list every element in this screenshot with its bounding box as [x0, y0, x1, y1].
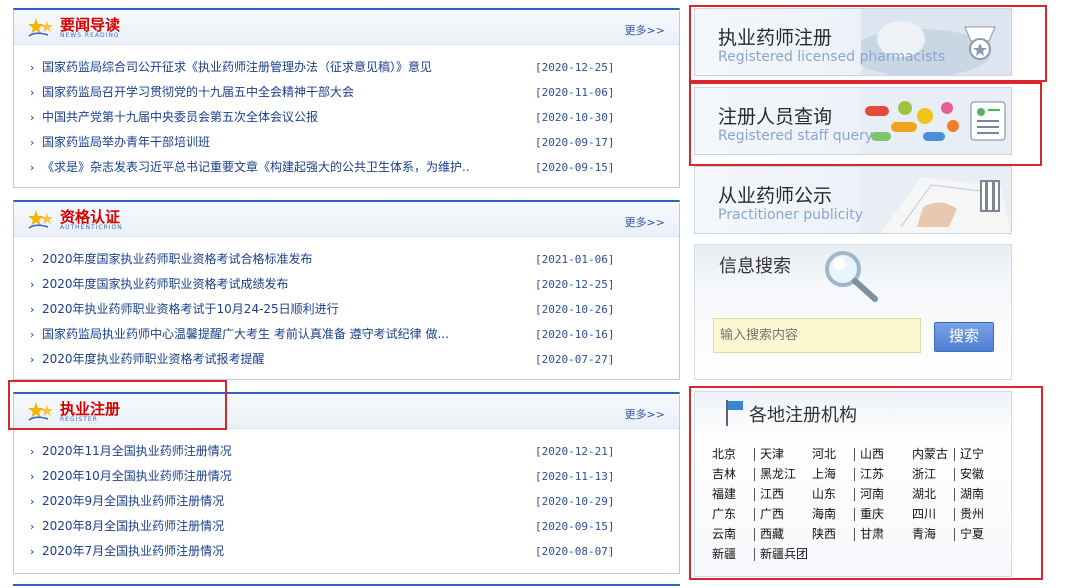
- chevron-right-icon: ›: [30, 253, 35, 266]
- list-item[interactable]: › 国家药监局执业药师中心温馨提醒广大考生 考前认真准备 遵守考试纪律 做... […: [14, 322, 679, 347]
- highlight-box: [689, 5, 1047, 82]
- banner-title: 从业药师公示: [718, 185, 833, 207]
- item-date: [2020-12-25]: [535, 61, 615, 74]
- list-item[interactable]: › 2020年度国家执业药师职业资格考试合格标准发布 [2021-01-06]: [14, 247, 679, 272]
- list-item[interactable]: › 2020年11月全国执业药师注册情况 [2020-12-21]: [14, 439, 679, 464]
- item-title[interactable]: 2020年度国家执业药师职业资格考试合格标准发布: [42, 252, 313, 266]
- item-title[interactable]: 2020年9月全国执业药师注册情况: [42, 494, 224, 508]
- list-item[interactable]: › 《求是》杂志发表习近平总书记重要文章《构建起强大的公共卫生体系，为维护.. [2…: [14, 155, 679, 180]
- list-item[interactable]: › 国家药监局综合司公开征求《执业药师注册管理办法（征求意见稿）》意见 [2020-…: [14, 55, 679, 80]
- item-title[interactable]: 《求是》杂志发表习近平总书记重要文章《构建起强大的公共卫生体系，为维护..: [42, 160, 470, 174]
- list-item[interactable]: › 国家药监局举办青年干部培训班 [2020-09-17]: [14, 130, 679, 155]
- item-date: [2020-10-16]: [535, 328, 615, 341]
- news-list: › 2020年度国家执业药师职业资格考试合格标准发布 [2021-01-06] › 2…: [14, 237, 679, 372]
- highlight-box: [689, 386, 1043, 580]
- item-title[interactable]: 2020年11月全国执业药师注册情况: [42, 444, 232, 458]
- news-panel: 要闻导读 NEWS READING 更多>> › 国家药监局综合司公开征求《执业药…: [13, 8, 680, 188]
- item-date: [2020-11-06]: [535, 86, 615, 99]
- item-title[interactable]: 国家药监局综合司公开征求《执业药师注册管理办法（征求意见稿）》意见: [42, 60, 432, 74]
- practitioner-publicity-banner[interactable]: 从业药师公示 Practitioner publicity: [694, 166, 1012, 234]
- panel-subtitle: NEWS READING: [60, 32, 120, 39]
- item-date: [2020-07-27]: [535, 353, 615, 366]
- list-item[interactable]: › 2020年7月全国执业药师注册情况 [2020-08-07]: [14, 539, 679, 564]
- chevron-right-icon: ›: [30, 470, 35, 483]
- news-list: › 国家药监局综合司公开征求《执业药师注册管理办法（征求意见稿）》意见 [2020-…: [14, 45, 679, 180]
- chevron-right-icon: ›: [30, 86, 35, 99]
- magnifier-icon: [825, 251, 878, 302]
- search-button[interactable]: 搜索: [934, 322, 994, 352]
- banner-subtitle: Practitioner publicity: [718, 207, 864, 223]
- item-title[interactable]: 2020年7月全国执业药师注册情况: [42, 544, 224, 558]
- chevron-right-icon: ›: [30, 445, 35, 458]
- item-date: [2020-09-15]: [535, 161, 615, 174]
- chevron-right-icon: ›: [30, 545, 35, 558]
- item-title[interactable]: 2020年执业药师职业资格考试于10月24-25日顺利进行: [42, 302, 339, 316]
- document-icon: [861, 167, 1011, 233]
- item-date: [2020-10-29]: [535, 495, 615, 508]
- chevron-right-icon: ›: [30, 136, 35, 149]
- chevron-right-icon: ›: [30, 328, 35, 341]
- news-list: › 2020年11月全国执业药师注册情况 [2020-12-21] › 2020年10…: [14, 429, 679, 564]
- chevron-right-icon: ›: [30, 495, 35, 508]
- more-link[interactable]: 更多>>: [625, 22, 665, 38]
- info-search-panel: 信息搜索 搜索: [694, 244, 1012, 380]
- item-title[interactable]: 国家药监局举办青年干部培训班: [42, 135, 210, 149]
- stars-icon: [28, 18, 53, 37]
- item-title[interactable]: 国家药监局执业药师中心温馨提醒广大考生 考前认真准备 遵守考试纪律 做...: [42, 327, 449, 341]
- list-item[interactable]: › 2020年9月全国执业药师注册情况 [2020-10-29]: [14, 489, 679, 514]
- stars-icon: [28, 210, 53, 229]
- item-date: [2020-11-13]: [535, 470, 615, 483]
- panel-subtitle: AUTHENTICRION: [60, 224, 123, 231]
- list-item[interactable]: › 2020年度国家执业药师职业资格考试成绩发布 [2020-12-25]: [14, 272, 679, 297]
- list-item[interactable]: › 国家药监局召开学习贯彻党的十九届五中全会精神干部大会 [2020-11-06]: [14, 80, 679, 105]
- item-title[interactable]: 2020年度国家执业药师职业资格考试成绩发布: [42, 277, 289, 291]
- search-input[interactable]: [713, 318, 921, 353]
- more-link[interactable]: 更多>>: [625, 406, 665, 422]
- certification-panel: 资格认证 AUTHENTICRION 更多>> › 2020年度国家执业药师职业资…: [13, 200, 680, 380]
- search-title: 信息搜索: [719, 256, 791, 277]
- item-date: [2020-10-26]: [535, 303, 615, 316]
- item-date: [2021-01-06]: [535, 253, 615, 266]
- chevron-right-icon: ›: [30, 111, 35, 124]
- list-item[interactable]: › 2020年8月全国执业药师注册情况 [2020-09-15]: [14, 514, 679, 539]
- chevron-right-icon: ›: [30, 61, 35, 74]
- item-date: [2020-08-07]: [535, 545, 615, 558]
- panel-header: 要闻导读 NEWS READING 更多>>: [14, 10, 679, 45]
- chevron-right-icon: ›: [30, 520, 35, 533]
- list-item[interactable]: › 2020年度执业药师职业资格考试报考提醒 [2020-07-27]: [14, 347, 679, 372]
- list-item[interactable]: › 2020年10月全国执业药师注册情况 [2020-11-13]: [14, 464, 679, 489]
- chevron-right-icon: ›: [30, 278, 35, 291]
- chevron-right-icon: ›: [30, 353, 35, 366]
- item-date: [2020-09-15]: [535, 520, 615, 533]
- item-title[interactable]: 2020年度执业药师职业资格考试报考提醒: [42, 352, 265, 366]
- item-title[interactable]: 2020年10月全国执业药师注册情况: [42, 469, 232, 483]
- chevron-right-icon: ›: [30, 303, 35, 316]
- highlight-box: [689, 82, 1042, 166]
- list-item[interactable]: › 2020年执业药师职业资格考试于10月24-25日顺利进行 [2020-10-2…: [14, 297, 679, 322]
- highlight-box: [8, 380, 227, 430]
- item-title[interactable]: 中国共产党第十九届中央委员会第五次全体会议公报: [42, 110, 318, 124]
- item-date: [2020-12-25]: [535, 278, 615, 291]
- item-date: [2020-10-30]: [535, 111, 615, 124]
- chevron-right-icon: ›: [30, 161, 35, 174]
- more-link[interactable]: 更多>>: [625, 214, 665, 230]
- item-date: [2020-12-21]: [535, 445, 615, 458]
- bottom-divider: [13, 584, 680, 586]
- item-title[interactable]: 国家药监局召开学习贯彻党的十九届五中全会精神干部大会: [42, 85, 354, 99]
- item-date: [2020-09-17]: [535, 136, 615, 149]
- panel-header: 资格认证 AUTHENTICRION 更多>>: [14, 202, 679, 237]
- list-item[interactable]: › 中国共产党第十九届中央委员会第五次全体会议公报 [2020-10-30]: [14, 105, 679, 130]
- item-title[interactable]: 2020年8月全国执业药师注册情况: [42, 519, 224, 533]
